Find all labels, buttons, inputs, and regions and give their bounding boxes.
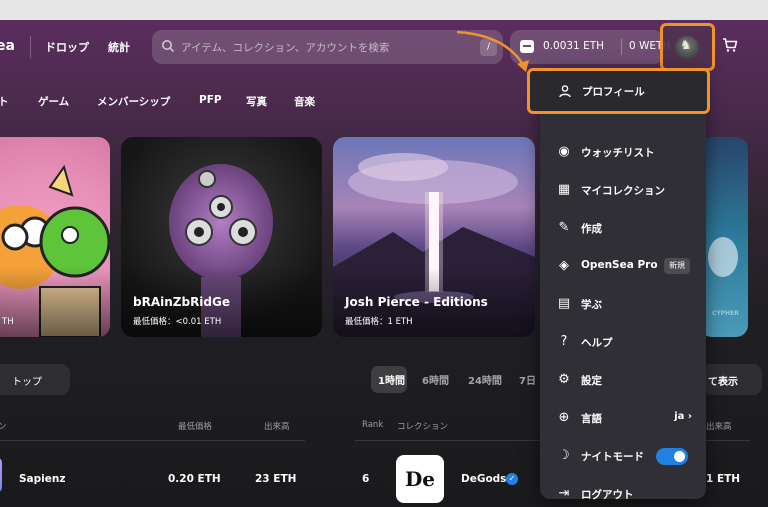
search-icon: [162, 40, 175, 53]
menu-item-label: プロフィール: [582, 86, 645, 98]
card-floor: TH: [2, 317, 14, 327]
card-shade: [0, 267, 110, 337]
menu-item-my-collections[interactable]: ▦ マイコレクション: [540, 173, 706, 207]
help-icon: ?: [560, 334, 568, 349]
card-floor: 最低価格：1 ETH: [345, 317, 413, 327]
time-filter-1h[interactable]: 1時間: [378, 372, 405, 387]
divider: [30, 36, 31, 58]
row-rank: 6: [362, 473, 370, 485]
column-header-rank: Rank: [362, 420, 384, 430]
collection-card[interactable]: Josh Pierce - Editions 最低価格：1 ETH: [333, 137, 535, 337]
menu-item-label: ヘルプ: [581, 337, 613, 349]
collection-thumbnail: De: [396, 455, 444, 503]
opensea-pro-icon: ◈: [559, 258, 569, 273]
language-code: ja: [674, 411, 685, 422]
card-overlay-text: CYPHER: [712, 310, 739, 317]
logout-icon: ⇥: [558, 486, 570, 501]
time-filter-24h[interactable]: 24時間: [468, 372, 502, 387]
view-all-button[interactable]: て表示: [702, 364, 762, 395]
menu-item-learn[interactable]: ▤ 学ぶ: [540, 287, 706, 321]
profile-dropdown-menu: ◉ ウォッチリスト ▦ マイコレクション ✎ 作成 ◈ OpenSea Pro …: [540, 69, 706, 501]
menu-item-profile[interactable]: プロフィール: [527, 68, 710, 114]
card-title: bRAinZbRidGe: [133, 295, 230, 309]
verified-icon: ✓: [506, 473, 518, 485]
card-floor: 最低価格：<0.01 ETH: [133, 317, 222, 327]
column-header-volume: 出来高: [264, 422, 290, 432]
logo[interactable]: ea: [0, 38, 15, 54]
row-collection-name[interactable]: Sapienz: [19, 473, 65, 485]
divider: [621, 39, 622, 55]
category-photography[interactable]: 写真: [246, 94, 267, 109]
new-badge: 新規: [664, 258, 690, 274]
menu-item-language[interactable]: ⊕ 言語 ja ›: [540, 401, 706, 435]
menu-item-label: マイコレクション: [581, 185, 665, 197]
category-membership[interactable]: メンバーシップ: [97, 94, 170, 109]
column-header-collection: コレクション: [397, 422, 449, 432]
collection-thumbnail: [0, 457, 2, 493]
menu-item-label: 言語: [581, 413, 602, 425]
tab-top[interactable]: トップ: [0, 364, 70, 395]
grid-icon: ▦: [557, 182, 571, 197]
collection-card[interactable]: bRAinZbRidGe 最低価格：<0.01 ETH: [121, 137, 322, 337]
divider: [0, 440, 305, 441]
row-floor: 0.20 ETH: [168, 473, 221, 485]
menu-item-watchlist[interactable]: ◉ ウォッチリスト: [540, 135, 706, 169]
profile-avatar-button[interactable]: [660, 23, 715, 71]
cart-icon[interactable]: [722, 37, 738, 53]
night-mode-toggle[interactable]: [656, 448, 688, 465]
menu-item-help[interactable]: ? ヘルプ: [540, 325, 706, 359]
search-bar[interactable]: アイテム、コレクション、アカウントを検索 /: [152, 30, 503, 64]
menu-item-opensea-pro[interactable]: ◈ OpenSea Pro 新規: [540, 249, 706, 283]
menu-item-label: 設定: [581, 375, 602, 387]
category-gaming[interactable]: ゲーム: [38, 94, 69, 109]
globe-icon: ⊕: [558, 410, 570, 425]
nav-drops[interactable]: ドロップ: [45, 39, 89, 55]
menu-item-label: ログアウト: [581, 489, 634, 501]
pointer-arrow: [456, 30, 529, 72]
column-header-volume: 出来高: [706, 422, 732, 432]
pencil-icon: ✎: [558, 220, 570, 235]
row-volume: 23 ETH: [255, 473, 297, 485]
gear-icon: ⚙: [558, 372, 570, 387]
column-header-floor: 最低価格: [178, 422, 213, 432]
menu-item-label: ナイトモード: [581, 451, 644, 463]
opensea-app: ea ドロップ 統計 アイテム、コレクション、アカウントを検索 / 0.0031…: [0, 20, 768, 507]
tab-top-label: トップ: [12, 377, 42, 388]
moon-icon: ☽: [558, 448, 570, 463]
menu-item-label: 作成: [581, 223, 602, 235]
avatar: [675, 36, 699, 60]
eth-balance: 0.0031 ETH: [543, 40, 605, 52]
eye-icon: ◉: [558, 144, 570, 159]
chevron-right-icon: ›: [687, 411, 692, 422]
time-filter-7d[interactable]: 7日: [519, 372, 536, 387]
collection-card[interactable]: CYPHER: [700, 137, 748, 337]
menu-item-settings[interactable]: ⚙ 設定: [540, 363, 706, 397]
category-pfp[interactable]: PFP: [199, 94, 222, 106]
view-all-label: て表示: [708, 377, 738, 388]
card-title: Josh Pierce - Editions: [345, 295, 488, 309]
nav-stats[interactable]: 統計: [108, 39, 130, 55]
collection-card[interactable]: TH: [0, 137, 110, 337]
card-artwork: [708, 237, 738, 277]
column-header-collection: ン: [0, 422, 7, 432]
category-art[interactable]: ト: [0, 94, 9, 109]
search-placeholder: アイテム、コレクション、アカウントを検索: [181, 42, 390, 54]
row-volume: 1 ETH: [706, 473, 741, 485]
menu-item-night-mode[interactable]: ☽ ナイトモード: [540, 439, 706, 473]
menu-item-create[interactable]: ✎ 作成: [540, 211, 706, 245]
time-filter-6h[interactable]: 6時間: [422, 372, 449, 387]
menu-item-logout[interactable]: ⇥ ログアウト: [540, 477, 706, 507]
user-icon: [557, 84, 573, 100]
menu-item-label: OpenSea Pro: [581, 259, 658, 271]
category-music[interactable]: 音楽: [294, 94, 315, 109]
book-icon: ▤: [557, 296, 571, 311]
menu-item-label: ウォッチリスト: [581, 147, 655, 159]
row-collection-name[interactable]: DeGods: [461, 473, 506, 485]
language-value: ja ›: [674, 411, 692, 422]
menu-item-label: 学ぶ: [581, 299, 602, 311]
